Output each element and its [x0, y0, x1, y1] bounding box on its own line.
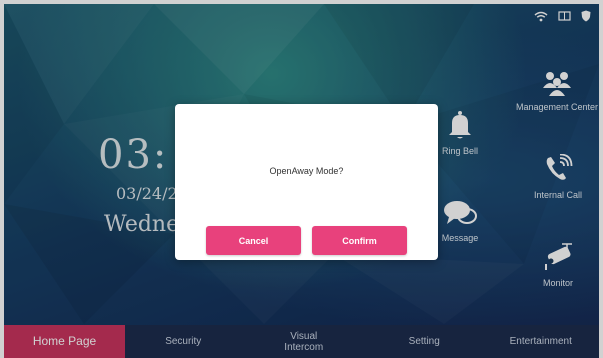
openaway-dialog: OpenAway Mode? Cancel Confirm: [175, 104, 438, 260]
confirm-button[interactable]: Confirm: [312, 226, 407, 255]
cancel-button[interactable]: Cancel: [206, 226, 301, 255]
dialog-message: OpenAway Mode?: [269, 166, 344, 176]
